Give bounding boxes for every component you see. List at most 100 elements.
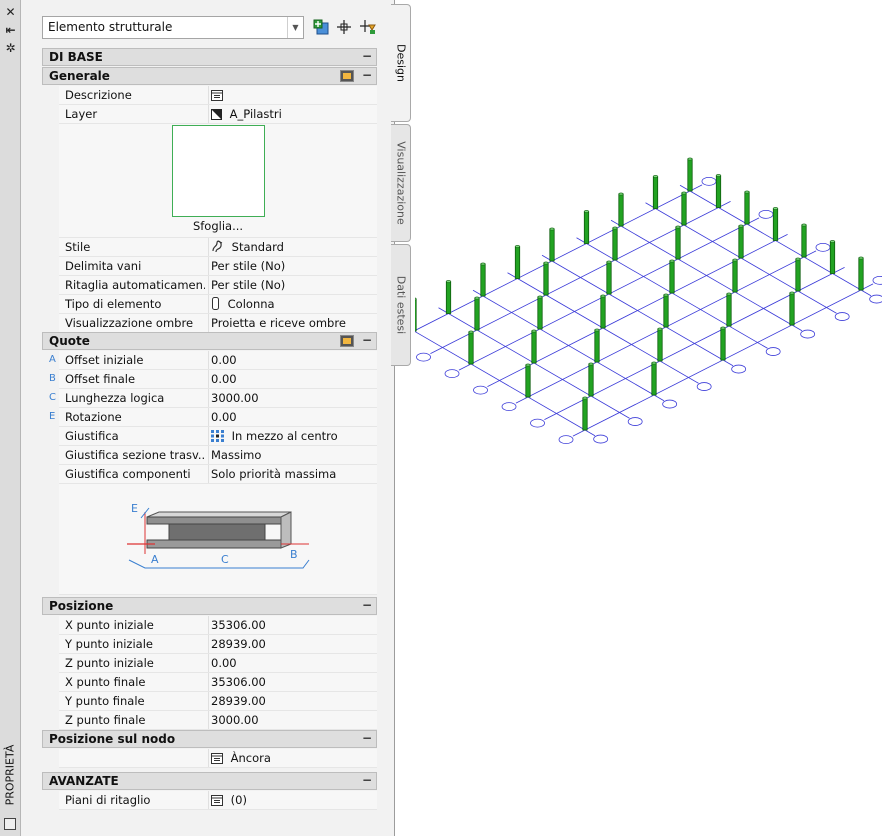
prop-row-x-iniziale[interactable]: X punto iniziale 35306.00 [59,616,377,635]
structural-grid-drawing[interactable] [415,140,882,450]
column-top [669,259,675,263]
column-icon [212,297,219,310]
close-icon[interactable]: ✕ [2,4,19,20]
column-mark [415,298,417,332]
style-override-icon[interactable] [340,335,354,347]
prop-row-piani-ritaglio[interactable]: Piani di ritaglio (0) [59,791,377,810]
column-mark [795,258,801,292]
prop-row-layer[interactable]: Layer A_Pilastri [59,105,377,124]
prop-row-y-iniziale[interactable]: Y punto iniziale 28939.00 [59,635,377,654]
description-value[interactable] [208,86,377,104]
column-top [515,245,521,248]
quick-select-icon[interactable] [359,18,377,36]
object-type-select[interactable]: Elemento strutturale ▼ [42,16,304,39]
dim-label-e: E [131,502,138,515]
column-top [772,207,778,210]
column-top [744,190,750,194]
object-type-value: Elemento strutturale [48,20,173,34]
column-mark [744,191,750,225]
tab-visualizzazione[interactable]: Visualizzazione [391,124,411,242]
prop-row-rotazione[interactable]: E Rotazione 0.00 [49,408,377,427]
browse-link[interactable]: Sfoglia... [59,219,377,233]
grid-bubble [872,275,882,285]
column-mark [612,227,618,261]
palette-title: PROPRIETÀ [3,744,17,806]
column-mark [600,295,606,329]
grid-bubble [558,435,574,445]
column-top [657,327,663,331]
section-generale[interactable]: Generale − [42,67,377,85]
prop-row-giustifica[interactable]: Giustifica In mezzo al centro [59,427,377,446]
column-top [715,174,721,177]
column-mark [651,362,657,396]
prop-row-stile[interactable]: Stile Standard [59,238,377,257]
prop-row-ritaglia[interactable]: Ritaglia automaticamen... Per stile (No) [59,276,377,295]
grid-bubble [416,352,431,362]
column-top [612,226,618,230]
palette-title-bar: ✕ ⇤ ✲ PROPRIETÀ [0,0,21,836]
prop-row-ombre[interactable]: Visualizzazione ombre Proietta e riceve … [59,314,377,333]
collapse-icon[interactable]: − [362,598,372,612]
prop-row-descrizione[interactable]: Descrizione [59,86,377,105]
grid-line [415,184,703,331]
select-objects-icon[interactable] [335,18,353,36]
collapse-icon[interactable]: − [362,731,372,745]
chevron-down-icon[interactable]: ▼ [287,17,303,38]
column-top [474,296,480,300]
prop-row-offset-iniziale[interactable]: A Offset iniziale 0.00 [49,351,377,370]
section-base[interactable]: DI BASE − [42,48,377,66]
section-avanzate[interactable]: AVANZATE − [42,772,377,790]
grid-bubble [765,347,781,356]
prop-row-giustifica-sezione[interactable]: Giustifica sezione trasv... Massimo [59,446,377,465]
column-top [600,294,606,298]
prop-row-z-finale[interactable]: Z punto finale 3000.00 [59,711,377,730]
autohide-icon[interactable]: ⇤ [2,22,19,38]
settings-icon[interactable]: ✲ [2,40,19,56]
column-mark [618,193,624,227]
column-mark [675,226,681,260]
column-mark [681,192,687,226]
column-top [663,293,669,297]
palette-menu-icon[interactable] [4,818,16,830]
dim-label-a: A [151,553,159,566]
prop-row-delimita-vani[interactable]: Delimita vani Per stile (No) [59,257,377,276]
tab-dati-estesi[interactable]: Dati estesi [391,244,411,366]
grid-bubble [701,176,717,186]
column-mark [525,364,531,398]
prop-row-y-finale[interactable]: Y punto finale 28939.00 [59,692,377,711]
tab-design[interactable]: Design [391,4,411,122]
layer-icon [211,109,222,120]
column-top [675,225,681,229]
collapse-icon[interactable]: − [362,333,372,347]
column-top [651,361,657,365]
toggle-pickadd-icon[interactable] [312,18,330,36]
column-mark [732,259,738,293]
column-mark [582,397,588,431]
collapse-icon[interactable]: − [362,773,372,787]
column-mark [829,241,836,274]
column-mark [445,281,452,314]
properties-panel: Elemento strutturale ▼ DI BASE − General… [21,0,395,836]
prop-row-z-iniziale[interactable]: Z punto iniziale 0.00 [59,654,377,673]
prop-row-tipo-elemento[interactable]: Tipo di elemento Colonna [59,295,377,314]
column-mark [720,327,726,361]
prop-row-ancora[interactable]: Àncora [59,749,377,768]
prop-row-giustifica-componenti[interactable]: Giustifica componenti Solo priorità mass… [59,465,377,484]
section-posizione-nodo[interactable]: Posizione sul nodo − [42,730,377,748]
grid-bubble [696,382,712,391]
column-top [445,280,451,283]
section-quote[interactable]: Quote − [42,332,377,350]
prop-row-offset-finale[interactable]: B Offset finale 0.00 [49,370,377,389]
style-override-icon[interactable] [340,70,354,82]
list-dialog-icon [211,795,223,806]
column-mark [583,211,590,244]
prop-row-x-finale[interactable]: X punto finale 35306.00 [59,673,377,692]
collapse-icon[interactable]: − [362,68,372,82]
section-posizione[interactable]: Posizione − [42,597,377,615]
element-type-value: Colonna [227,297,275,311]
column-top [738,224,744,228]
column-top [720,326,726,330]
column-mark [531,330,537,364]
prop-row-lunghezza-logica[interactable]: C Lunghezza logica 3000.00 [49,389,377,408]
collapse-icon[interactable]: − [362,49,372,63]
